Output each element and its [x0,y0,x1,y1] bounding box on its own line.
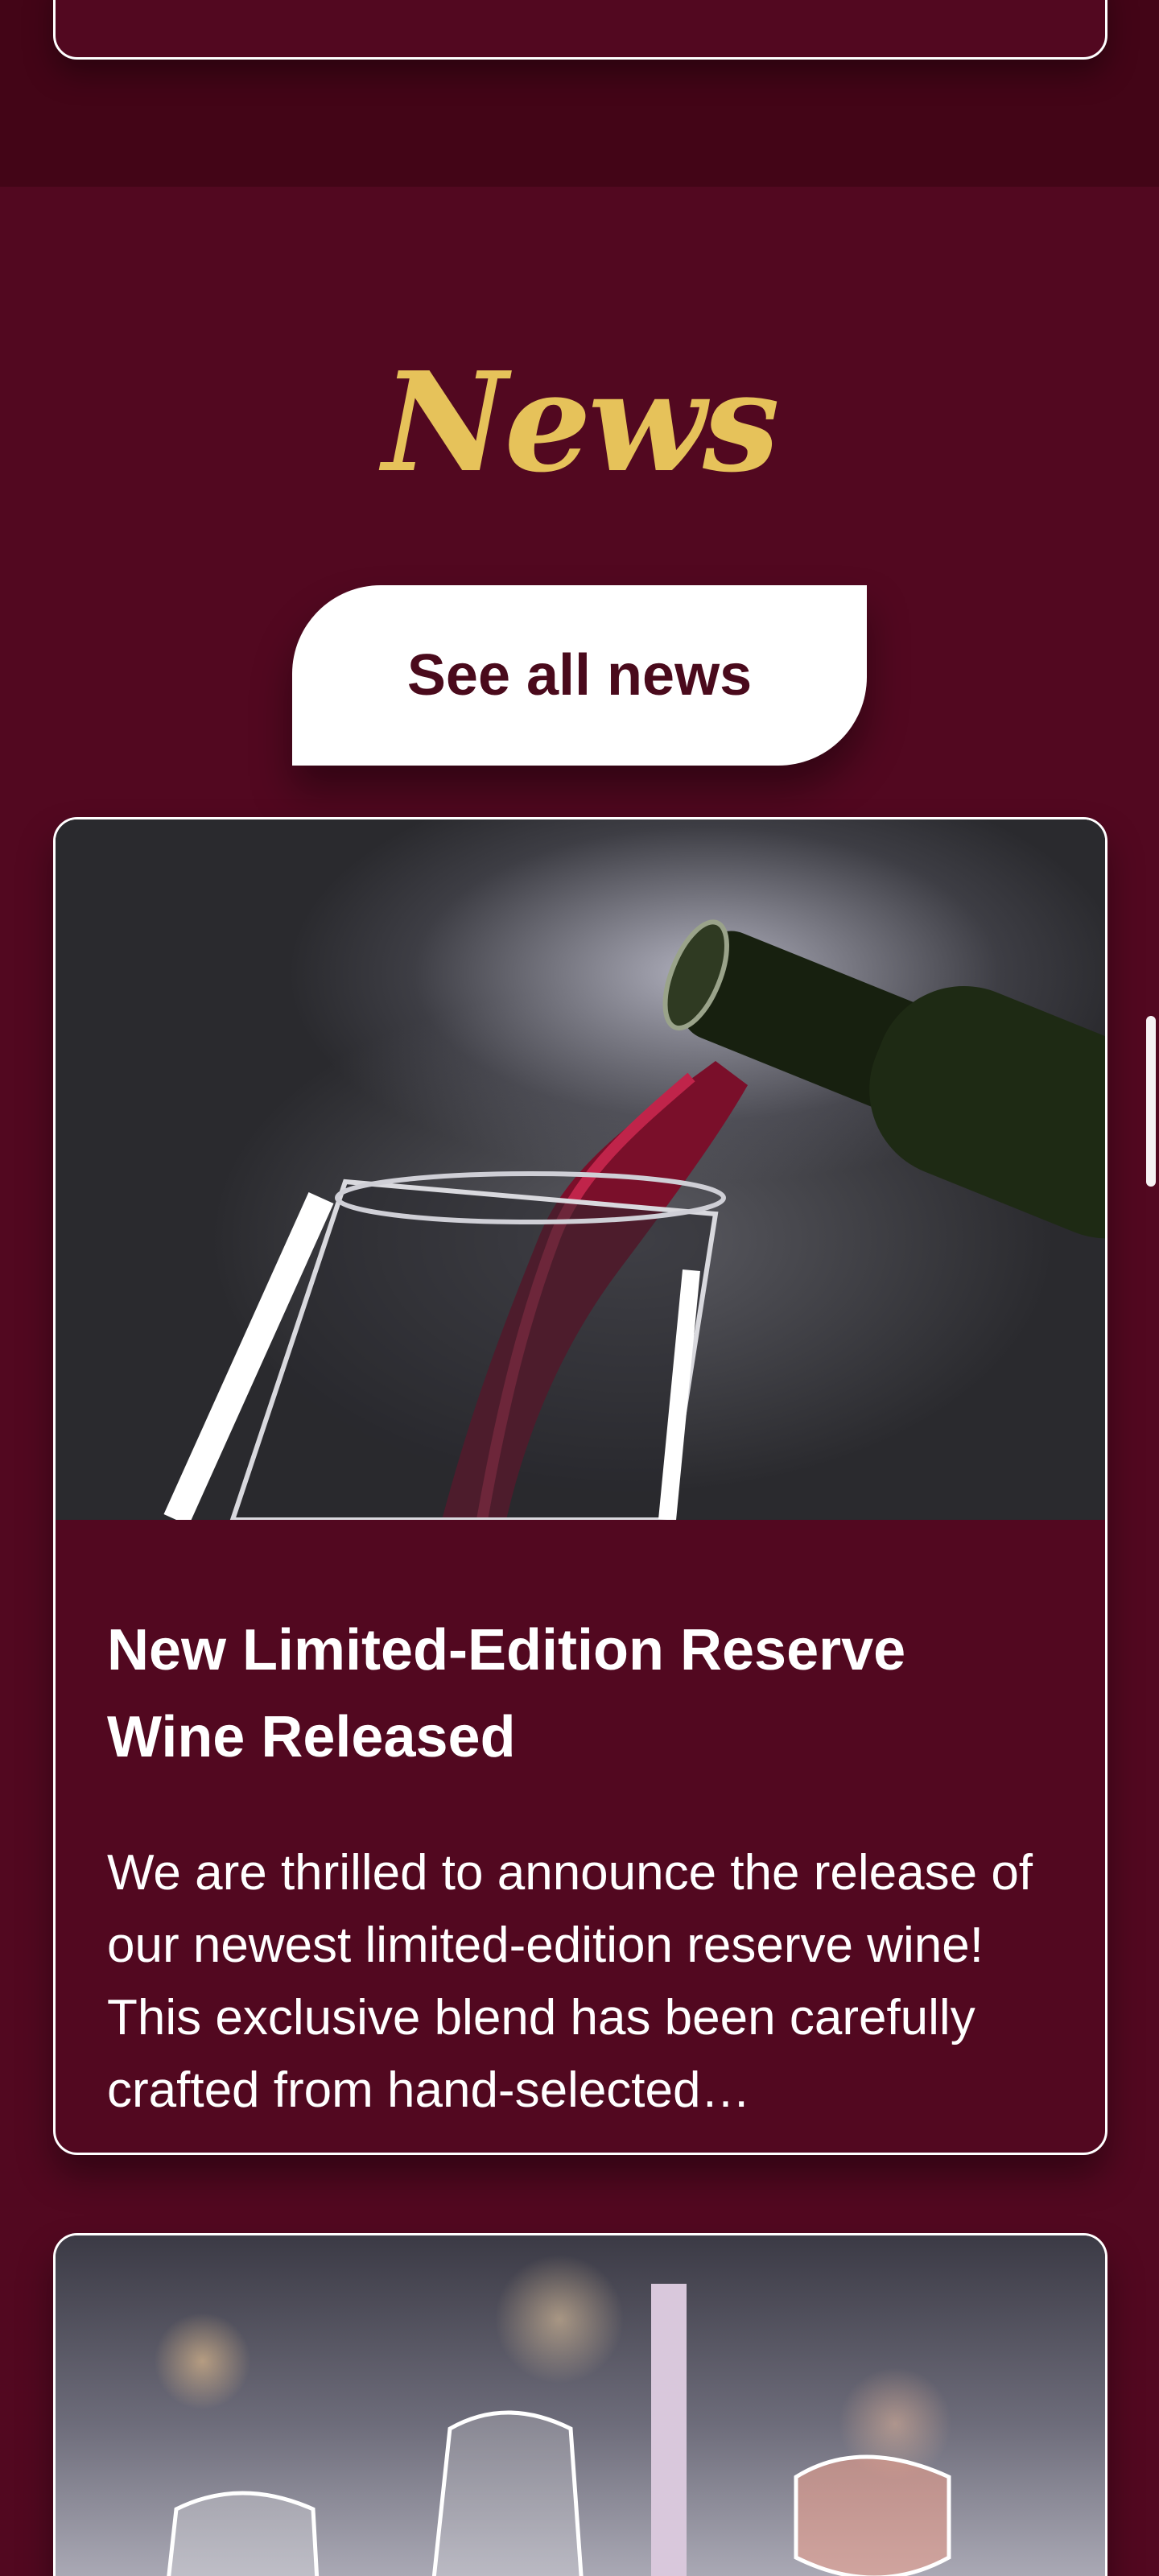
news-card-body: New Limited-Edition Reserve Wine Release… [56,1520,1105,2127]
scrollbar-thumb[interactable] [1146,1016,1156,1187]
wine-pour-illustration [163,919,1105,1520]
news-card-excerpt: We are thrilled to announce the release … [107,1845,1033,2118]
news-card-image [56,819,1105,1520]
news-card[interactable]: New Limited-Edition Reserve Wine Release… [53,817,1107,2155]
news-card-title[interactable]: New Limited-Edition Reserve Wine Release… [107,1607,1054,1781]
see-all-news-button[interactable]: See all news [292,585,867,766]
previous-card-bottom [53,0,1107,60]
news-heading: News [382,342,780,503]
news-card-image [56,2235,1105,2576]
dinner-glasses-illustration [167,2284,951,2576]
news-card[interactable] [53,2233,1107,2576]
